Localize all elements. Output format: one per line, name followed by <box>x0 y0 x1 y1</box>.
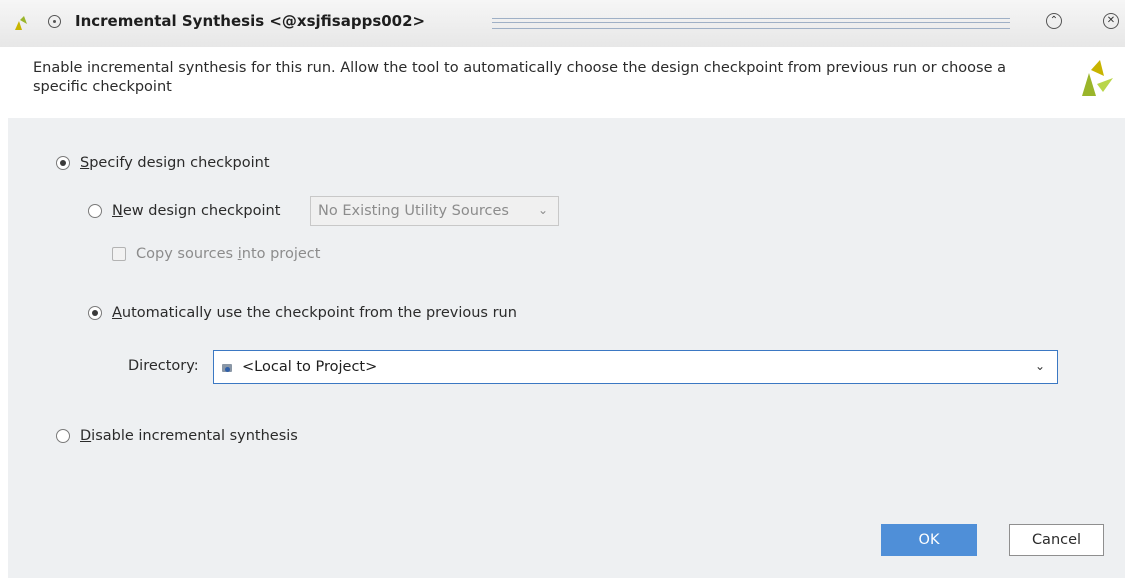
directory-label: Directory: <box>128 358 199 374</box>
specify-checkpoint-label: Specify design checkpoint <box>80 155 270 171</box>
header-description: Enable incremental synthesis for this ru… <box>33 60 1007 95</box>
window-edge <box>0 47 8 578</box>
new-checkpoint-label: New design checkpoint <box>112 203 281 219</box>
dialog-header: Enable incremental synthesis for this ru… <box>8 47 1125 119</box>
vivado-logo-icon <box>1082 60 1113 96</box>
copy-sources-option[interactable]: Copy sources into project <box>112 246 320 262</box>
specify-checkpoint-option[interactable]: Specify design checkpoint <box>56 155 270 171</box>
specify-checkpoint-radio[interactable] <box>56 156 70 170</box>
copy-sources-checkbox[interactable] <box>112 247 126 261</box>
new-checkpoint-select[interactable]: No Existing Utility Sources ⌄ <box>310 196 559 226</box>
disable-incremental-radio[interactable] <box>56 429 70 443</box>
cancel-button[interactable]: Cancel <box>1009 524 1104 556</box>
title-bar-grip <box>492 18 1010 29</box>
disable-incremental-label: Disable incremental synthesis <box>80 428 298 444</box>
window-title: Incremental Synthesis <@xsjfisapps002> <box>75 12 426 30</box>
title-bar[interactable]: Incremental Synthesis <@xsjfisapps002> ⌃… <box>0 0 1125 48</box>
app-logo-icon <box>15 16 27 30</box>
directory-select-value: <Local to Project> <box>242 359 378 375</box>
new-checkpoint-option[interactable]: New design checkpoint <box>88 203 280 219</box>
chevron-down-icon: ⌄ <box>1034 359 1045 373</box>
disable-incremental-option[interactable]: Disable incremental synthesis <box>56 428 298 444</box>
dialog-content <box>8 118 1125 578</box>
auto-checkpoint-label: Automatically use the checkpoint from th… <box>112 305 517 321</box>
folder-icon <box>222 362 235 372</box>
collapse-icon[interactable]: ⌃ <box>1046 13 1062 29</box>
new-checkpoint-select-value: No Existing Utility Sources <box>318 203 509 219</box>
directory-select[interactable]: <Local to Project> ⌄ <box>213 350 1058 384</box>
close-icon[interactable]: ✕ <box>1103 13 1119 29</box>
ok-button[interactable]: OK <box>881 524 977 556</box>
auto-checkpoint-option[interactable]: Automatically use the checkpoint from th… <box>88 305 517 321</box>
auto-checkpoint-radio[interactable] <box>88 306 102 320</box>
copy-sources-label: Copy sources into project <box>136 246 321 262</box>
dialog-window: Incremental Synthesis <@xsjfisapps002> ⌃… <box>0 0 1125 578</box>
new-checkpoint-radio[interactable] <box>88 204 102 218</box>
pin-icon[interactable] <box>48 15 61 28</box>
chevron-down-icon: ⌄ <box>537 203 548 217</box>
